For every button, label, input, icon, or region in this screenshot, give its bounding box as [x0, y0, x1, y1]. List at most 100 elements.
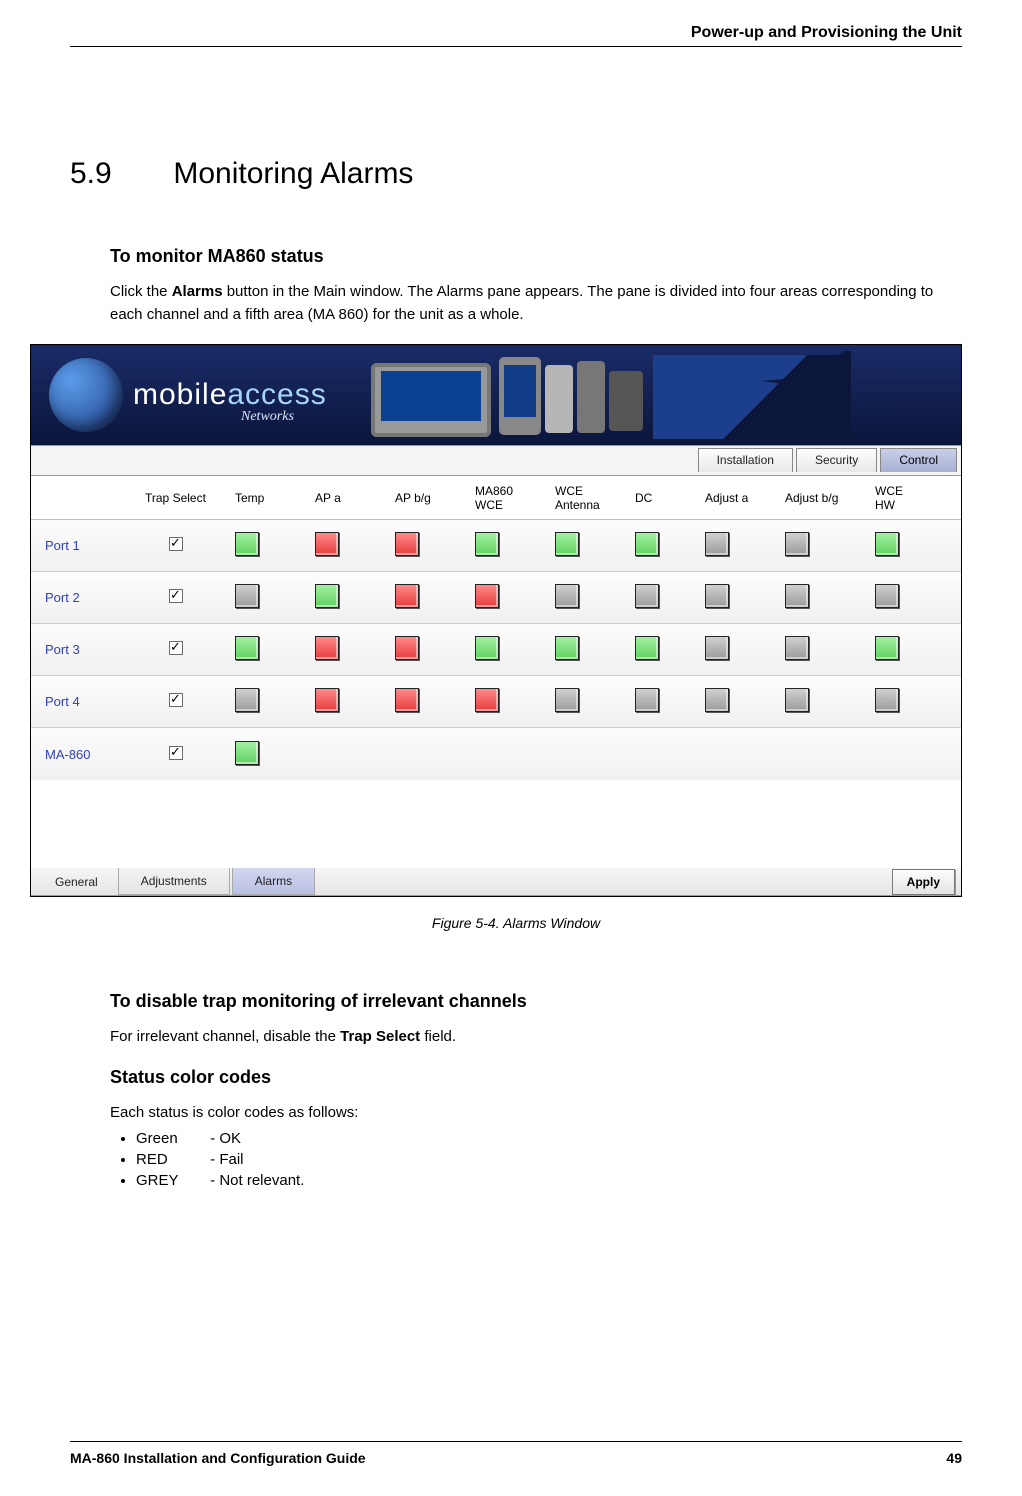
table-row: Port 2 — [31, 572, 961, 624]
trap-select-checkbox[interactable] — [169, 537, 183, 551]
page-footer: MA-860 Installation and Configuration Gu… — [70, 1441, 962, 1466]
status-codes-subheading: Status color codes — [110, 1067, 962, 1088]
trap-select-checkbox[interactable] — [169, 693, 183, 707]
list-item: Green - OK — [136, 1130, 962, 1147]
status-led — [785, 636, 809, 660]
monitor-subheading: To monitor MA860 status — [110, 246, 962, 267]
col-ma860-wce: MA860 WCE — [475, 484, 555, 512]
status-led — [555, 532, 579, 556]
row-label-port1: Port 1 — [45, 538, 145, 553]
status-led — [705, 688, 729, 712]
monitor-para-prefix: Click the — [110, 283, 172, 300]
row-label-port3: Port 3 — [45, 642, 145, 657]
trap-select-checkbox[interactable] — [169, 641, 183, 655]
section-number: 5.9 — [70, 157, 165, 191]
status-led — [395, 532, 419, 556]
status-led — [785, 584, 809, 608]
disable-trap-suffix: field. — [420, 1028, 456, 1045]
disable-trap-subheading: To disable trap monitoring of irrelevant… — [110, 991, 962, 1012]
table-row: MA-860 — [31, 728, 961, 780]
list-item: RED - Fail — [136, 1151, 962, 1168]
status-led — [875, 688, 899, 712]
status-led — [475, 688, 499, 712]
trap-select-checkbox[interactable] — [169, 589, 183, 603]
disable-trap-paragraph: For irrelevant channel, disable the Trap… — [110, 1026, 962, 1049]
code-desc: - Not relevant. — [210, 1172, 304, 1189]
status-led — [395, 688, 419, 712]
status-led — [635, 688, 659, 712]
app-banner: mobileaccess Networks — [31, 345, 961, 445]
code-name: Green — [136, 1130, 206, 1147]
figure-caption: Figure 5-4. Alarms Window — [70, 915, 962, 931]
code-name: GREY — [136, 1172, 206, 1189]
brand-strong: mobile — [133, 378, 227, 411]
status-codes-intro: Each status is color codes as follows: — [110, 1102, 962, 1125]
col-ap-bg: AP b/g — [395, 491, 475, 505]
status-led — [555, 636, 579, 660]
tab-control[interactable]: Control — [880, 448, 957, 472]
monitor-para-suffix: button in the Main window. The Alarms pa… — [110, 283, 933, 323]
trap-select-checkbox[interactable] — [169, 746, 183, 760]
running-head: Power-up and Provisioning the Unit — [70, 24, 962, 47]
tab-installation[interactable]: Installation — [698, 448, 793, 472]
col-dc: DC — [635, 491, 705, 505]
alarms-screenshot: mobileaccess Networks Installation Secur… — [30, 344, 962, 897]
apply-button[interactable]: Apply — [892, 869, 955, 895]
table-row: Port 4 — [31, 676, 961, 728]
monitor-para-bold: Alarms — [172, 283, 223, 300]
banner-brand: mobileaccess — [133, 378, 327, 412]
status-led — [395, 584, 419, 608]
status-led — [475, 636, 499, 660]
status-led — [635, 636, 659, 660]
banner-devices — [371, 351, 851, 439]
row-label-port2: Port 2 — [45, 590, 145, 605]
code-desc: - Fail — [210, 1151, 243, 1168]
section-heading: 5.9 Monitoring Alarms — [70, 157, 962, 191]
pda-icon — [499, 357, 541, 435]
status-led — [235, 584, 259, 608]
status-codes-list: Green - OK RED - Fail GREY - Not relevan… — [110, 1130, 962, 1189]
phone-icon — [545, 365, 573, 433]
flip-phone-icon — [609, 371, 643, 431]
status-led — [475, 532, 499, 556]
grid-spacer — [31, 780, 961, 868]
code-name: RED — [136, 1151, 206, 1168]
laptop-icon — [371, 363, 491, 437]
brand-thin: access — [227, 378, 326, 411]
status-led — [315, 636, 339, 660]
status-led — [395, 636, 419, 660]
status-led — [705, 532, 729, 556]
tab-general[interactable]: General — [37, 869, 116, 895]
globe-icon — [49, 358, 123, 432]
list-item: GREY - Not relevant. — [136, 1172, 962, 1189]
status-led — [555, 688, 579, 712]
row-label-port4: Port 4 — [45, 694, 145, 709]
status-led — [235, 532, 259, 556]
status-led — [875, 584, 899, 608]
top-tabs: Installation Security Control — [31, 446, 961, 475]
disable-trap-prefix: For irrelevant channel, disable the — [110, 1028, 340, 1045]
status-led — [235, 741, 259, 765]
disable-trap-bold: Trap Select — [340, 1028, 420, 1045]
tab-adjustments[interactable]: Adjustments — [118, 868, 230, 895]
status-led — [635, 532, 659, 556]
banner-tail — [653, 355, 851, 439]
tab-alarms[interactable]: Alarms — [232, 868, 315, 895]
app-frame: Installation Security Control Trap Selec… — [31, 445, 961, 896]
footer-page: 49 — [946, 1450, 962, 1466]
section-title: Monitoring Alarms — [173, 157, 413, 190]
banner-subtitle: Networks — [241, 409, 294, 425]
status-led — [555, 584, 579, 608]
alarms-grid: Trap Select Temp AP a AP b/g MA860 WCE W… — [31, 475, 961, 868]
code-desc: - OK — [210, 1130, 241, 1147]
tab-security[interactable]: Security — [796, 448, 877, 472]
status-led — [875, 636, 899, 660]
status-led — [475, 584, 499, 608]
col-wce-hw: WCE HW — [875, 484, 945, 512]
row-label-ma860: MA-860 — [45, 747, 145, 762]
status-led — [315, 532, 339, 556]
phone-icon — [577, 361, 605, 433]
status-led — [235, 636, 259, 660]
status-led — [635, 584, 659, 608]
status-led — [875, 532, 899, 556]
